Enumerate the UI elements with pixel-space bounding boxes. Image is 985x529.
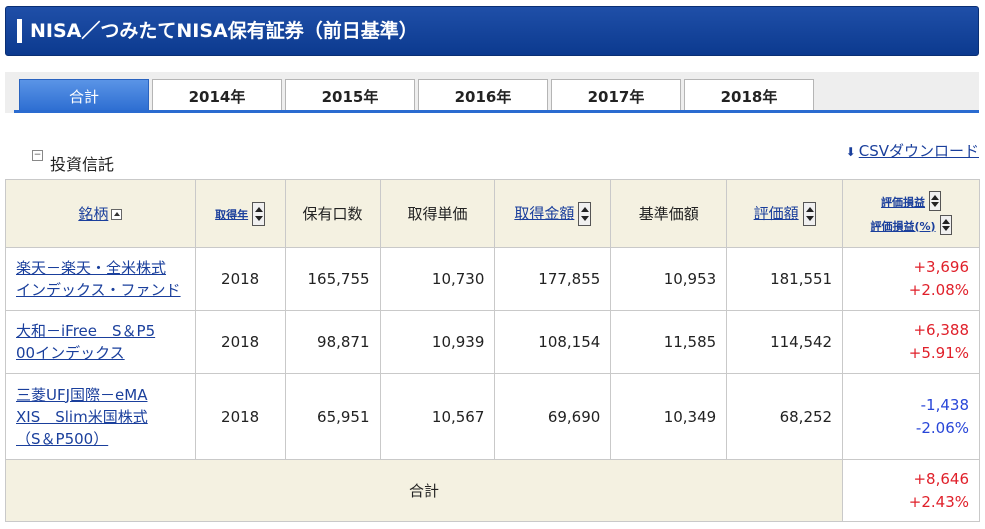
csv-download-link[interactable]: ⬇ CSVダウンロード [846, 140, 979, 161]
year-tabs: 合計 2014年 2015年 2016年 2017年 2018年 [5, 72, 979, 113]
page-title: NISA／つみたてNISA保有証券（前日基準） [30, 20, 418, 42]
holdings-table: 銘柄 取得年 保有口数 取得単価 取得金額 基準価額 評価額 評価損益 評価損益… [4, 179, 980, 522]
header-name: 銘柄 [5, 179, 196, 248]
total-pl-cell: +8,646 +2.43% [842, 459, 980, 522]
fund-name-link[interactable]: 楽天－楽天・全米株式 インデックス・ファンド [16, 259, 181, 299]
year-cell: 2018 [194, 247, 286, 311]
sort-toggle-icon[interactable] [252, 201, 266, 226]
sort-by-year-link[interactable]: 取得年 [215, 208, 248, 221]
header-accent-bar [17, 19, 22, 43]
sort-toggle-icon[interactable] [578, 201, 592, 226]
collapse-toggle-icon[interactable]: − [32, 150, 43, 161]
tab-2018[interactable]: 2018年 [684, 79, 814, 113]
base-price-cell: 10,349 [610, 373, 728, 460]
fund-name-link[interactable]: 大和－iFree S＆P5 00インデックス [16, 322, 155, 362]
header-units: 保有口数 [284, 179, 381, 248]
tab-2014[interactable]: 2014年 [152, 79, 282, 113]
table-header-row: 銘柄 取得年 保有口数 取得単価 取得金額 基準価額 評価額 評価損益 評価損益… [5, 179, 980, 248]
sort-toggle-icon[interactable] [802, 201, 816, 226]
units-cell: 65,951 [284, 373, 381, 460]
header-unit-cost: 取得単価 [379, 179, 496, 248]
valuation-cell: 114,542 [726, 310, 844, 374]
unit-cost-cell: 10,730 [379, 247, 496, 311]
pl-pct-value: +5.91% [908, 344, 969, 362]
header-cost-amount: 取得金額 [494, 179, 612, 248]
tab-total[interactable]: 合計 [19, 79, 149, 113]
download-icon: ⬇ [845, 145, 856, 159]
unit-cost-cell: 10,567 [379, 373, 496, 460]
sort-toggle-icon[interactable] [929, 191, 942, 211]
pl-value: +3,696 [913, 258, 969, 276]
tab-2016[interactable]: 2016年 [418, 79, 548, 113]
sort-toggle-icon[interactable] [939, 215, 952, 235]
valuation-cell: 181,551 [726, 247, 844, 311]
pl-cell: -1,438 -2.06% [842, 373, 980, 460]
unit-cost-cell: 10,939 [379, 310, 496, 374]
valuation-cell: 68,252 [726, 373, 844, 460]
fund-name-cell: 大和－iFree S＆P5 00インデックス [5, 310, 196, 374]
tab-2017[interactable]: 2017年 [551, 79, 681, 113]
table-row: 三菱UFJ国際－eMA XIS Slim米国株式 （S＆P500） 2018 65,… [5, 373, 980, 460]
pl-pct-value: +2.08% [908, 281, 969, 299]
total-row: 合計 +8,646 +2.43% [4, 459, 980, 522]
header-valuation: 評価額 [726, 179, 844, 248]
year-cell: 2018 [194, 373, 286, 460]
fund-name-cell: 楽天－楽天・全米株式 インデックス・ファンド [5, 247, 196, 311]
header-base-price: 基準価額 [610, 179, 728, 248]
header-year: 取得年 [194, 179, 286, 248]
sort-by-cost-link[interactable]: 取得金額 [514, 204, 574, 222]
pl-value: +6,388 [913, 321, 969, 339]
fund-name-link[interactable]: 三菱UFJ国際－eMA XIS Slim米国株式 （S＆P500） [16, 386, 148, 448]
pl-cell: +6,388 +5.91% [842, 310, 980, 374]
table-row: 大和－iFree S＆P5 00インデックス 2018 98,871 10,939… [5, 310, 980, 374]
fund-name-cell: 三菱UFJ国際－eMA XIS Slim米国株式 （S＆P500） [5, 373, 196, 460]
base-price-cell: 11,585 [610, 310, 728, 374]
total-pl-pct-value: +2.43% [908, 492, 969, 511]
units-cell: 98,871 [284, 310, 381, 374]
total-label: 合計 [4, 459, 844, 522]
cost-amount-cell: 108,154 [494, 310, 612, 374]
tab-underline [14, 110, 979, 113]
sort-by-name-link[interactable]: 銘柄 [78, 205, 108, 223]
sort-by-pl-pct-link[interactable]: 評価損益(%) [871, 220, 936, 233]
pl-value: -1,438 [920, 395, 969, 414]
csv-download-label: CSVダウンロード [858, 142, 979, 160]
base-price-cell: 10,953 [610, 247, 728, 311]
total-pl-value: +8,646 [913, 469, 969, 488]
tab-2015[interactable]: 2015年 [285, 79, 415, 113]
sort-by-pl-link[interactable]: 評価損益 [881, 196, 925, 209]
sort-asc-icon[interactable] [111, 209, 123, 220]
page-header: NISA／つみたてNISA保有証券（前日基準） [5, 6, 979, 56]
table-row: 楽天－楽天・全米株式 インデックス・ファンド 2018 165,755 10,73… [5, 247, 980, 311]
header-pl: 評価損益 評価損益(%) [842, 179, 980, 248]
sort-by-valuation-link[interactable]: 評価額 [754, 204, 799, 222]
units-cell: 165,755 [284, 247, 381, 311]
year-cell: 2018 [194, 310, 286, 374]
pl-pct-value: -2.06% [915, 418, 969, 437]
cost-amount-cell: 69,690 [494, 373, 612, 460]
cost-amount-cell: 177,855 [494, 247, 612, 311]
pl-cell: +3,696 +2.08% [842, 247, 980, 311]
section-title: 投資信託 [50, 155, 115, 174]
